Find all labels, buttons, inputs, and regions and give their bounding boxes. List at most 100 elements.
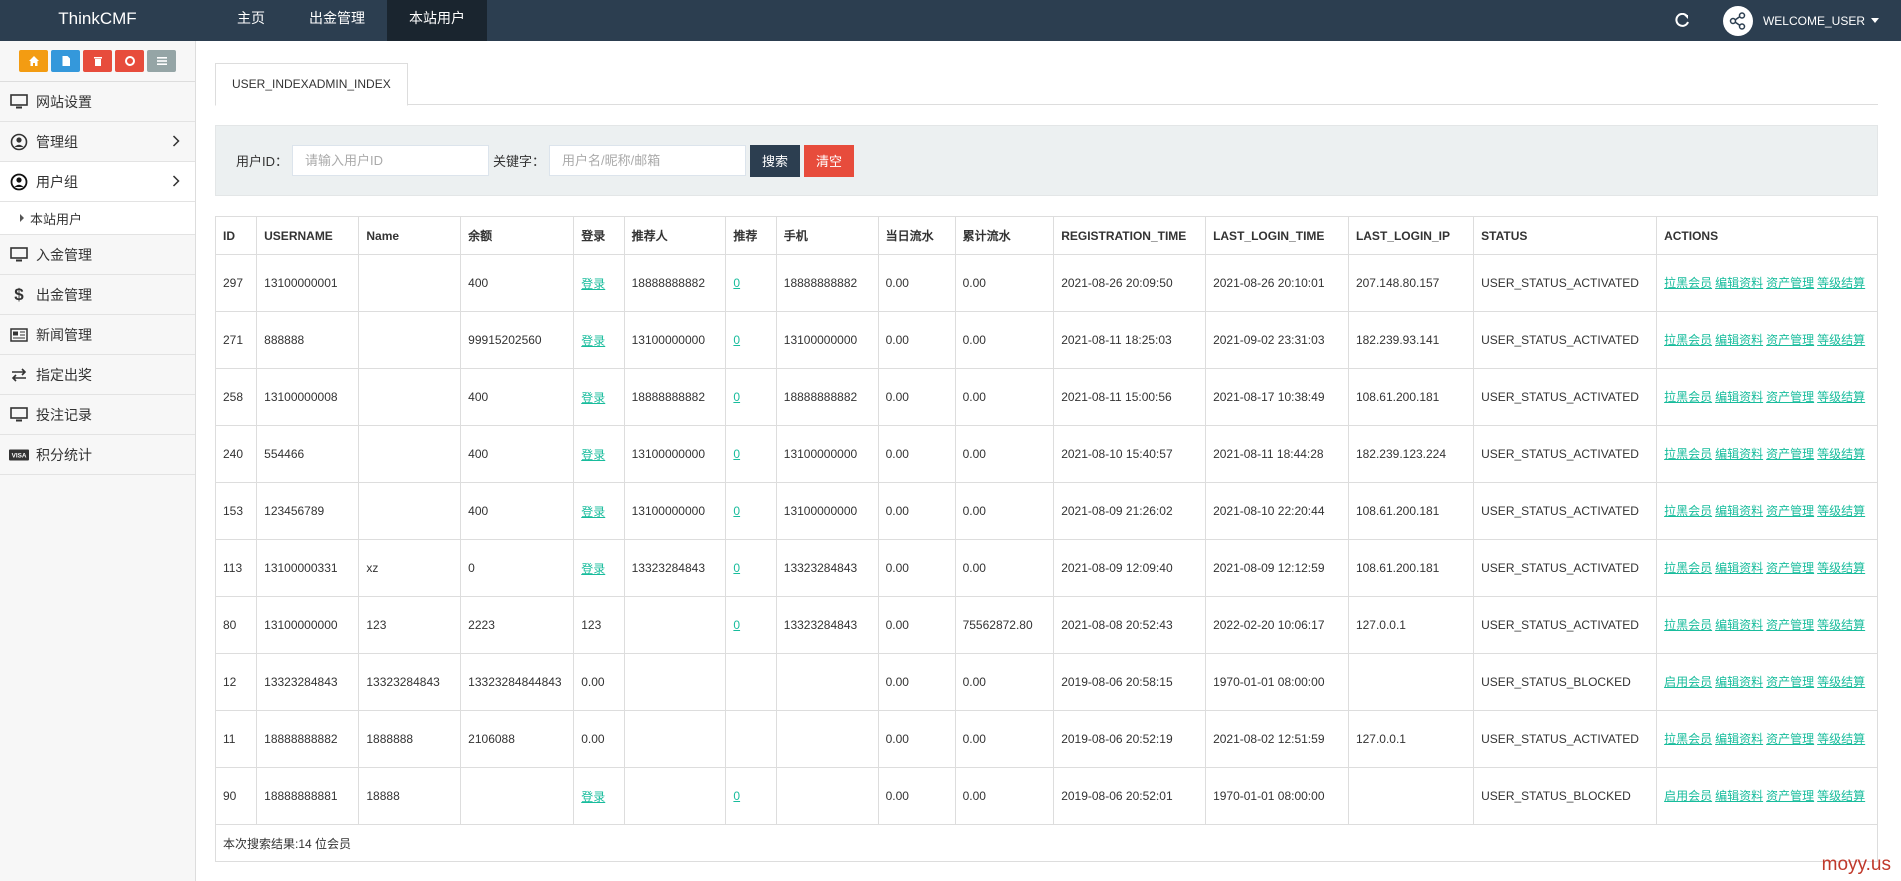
sidebar-item-user-group[interactable]: 用户组 bbox=[0, 162, 195, 202]
referral-count-link[interactable]: 0 bbox=[733, 447, 740, 461]
referral-count-link[interactable]: 0 bbox=[733, 789, 740, 803]
toggle-status-link[interactable]: 拉黑会员 bbox=[1664, 618, 1712, 632]
login-link[interactable]: 登录 bbox=[581, 334, 605, 348]
table-cell bbox=[358, 425, 462, 483]
table-cell: 13100000000 bbox=[775, 425, 879, 483]
table-cell: 2021-08-10 22:20:44 bbox=[1205, 482, 1349, 540]
keyword-label: 关键字： bbox=[493, 154, 546, 169]
file-shortcut-button[interactable] bbox=[51, 50, 80, 72]
referral-count-link[interactable]: 0 bbox=[733, 618, 740, 632]
table-cell: 400 bbox=[460, 254, 575, 312]
toggle-status-link[interactable]: 拉黑会员 bbox=[1664, 333, 1712, 347]
toggle-status-link[interactable]: 启用会员 bbox=[1664, 789, 1712, 803]
caret-down-icon[interactable] bbox=[1871, 18, 1879, 23]
refresh-icon[interactable] bbox=[1669, 8, 1695, 34]
top-tab-home[interactable]: 主页 bbox=[215, 0, 287, 41]
toggle-status-link[interactable]: 拉黑会员 bbox=[1664, 447, 1712, 461]
sidebar-item-admin-group[interactable]: 管理组 bbox=[0, 122, 195, 162]
toggle-status-link[interactable]: 启用会员 bbox=[1664, 675, 1712, 689]
edit-profile-link[interactable]: 编辑资料 bbox=[1715, 618, 1763, 632]
table-cell: 182.239.93.141 bbox=[1347, 311, 1475, 369]
edit-profile-link[interactable]: 编辑资料 bbox=[1715, 732, 1763, 746]
login-link[interactable]: 登录 bbox=[581, 505, 605, 519]
edit-profile-link[interactable]: 编辑资料 bbox=[1715, 561, 1763, 575]
table-cell: 0.00 bbox=[877, 425, 956, 483]
referral-count-link[interactable]: 0 bbox=[733, 390, 740, 404]
table-cell: 0.00 bbox=[877, 767, 956, 825]
login-link[interactable]: 登录 bbox=[581, 277, 605, 291]
edit-profile-link[interactable]: 编辑资料 bbox=[1715, 390, 1763, 404]
login-link[interactable]: 登录 bbox=[581, 790, 605, 804]
home-shortcut-button[interactable] bbox=[19, 50, 48, 72]
level-settle-link[interactable]: 等级结算 bbox=[1817, 504, 1865, 518]
edit-profile-link[interactable]: 编辑资料 bbox=[1715, 333, 1763, 347]
toggle-status-link[interactable]: 拉黑会员 bbox=[1664, 732, 1712, 746]
table-cell bbox=[623, 767, 727, 825]
referral-count-link[interactable]: 0 bbox=[733, 561, 740, 575]
login-link[interactable]: 登录 bbox=[581, 448, 605, 462]
sidebar-item-deposit[interactable]: 入金管理 bbox=[0, 235, 195, 275]
table-cell: 2021-08-10 15:40:57 bbox=[1053, 425, 1207, 483]
sidebar-item-points-stats[interactable]: VISA 积分统计 bbox=[0, 435, 195, 475]
asset-management-link[interactable]: 资产管理 bbox=[1766, 618, 1814, 632]
edit-profile-link[interactable]: 编辑资料 bbox=[1715, 276, 1763, 290]
search-button[interactable]: 搜索 bbox=[750, 144, 801, 177]
clear-button[interactable]: 清空 bbox=[804, 144, 855, 177]
level-settle-link[interactable]: 等级结算 bbox=[1817, 333, 1865, 347]
edit-profile-link[interactable]: 编辑资料 bbox=[1715, 789, 1763, 803]
toggle-status-link[interactable]: 拉黑会员 bbox=[1664, 390, 1712, 404]
level-settle-link[interactable]: 等级结算 bbox=[1817, 618, 1865, 632]
asset-management-link[interactable]: 资产管理 bbox=[1766, 789, 1814, 803]
sidebar-item-label: 新闻管理 bbox=[36, 326, 92, 343]
toggle-status-link[interactable]: 拉黑会员 bbox=[1664, 561, 1712, 575]
level-settle-link[interactable]: 等级结算 bbox=[1817, 390, 1865, 404]
asset-management-link[interactable]: 资产管理 bbox=[1766, 390, 1814, 404]
table-cell: 13323284844843 bbox=[460, 653, 575, 711]
asset-management-link[interactable]: 资产管理 bbox=[1766, 333, 1814, 347]
login-link[interactable]: 登录 bbox=[581, 391, 605, 405]
asset-management-link[interactable]: 资产管理 bbox=[1766, 732, 1814, 746]
sidebar-item-withdraw[interactable]: $ 出金管理 bbox=[0, 275, 195, 315]
sidebar-item-label: 用户组 bbox=[36, 173, 78, 190]
referral-count-link[interactable]: 0 bbox=[733, 504, 740, 518]
asset-management-link[interactable]: 资产管理 bbox=[1766, 276, 1814, 290]
sidebar-item-site-settings[interactable]: 网站设置 bbox=[0, 82, 195, 122]
sidebar-subitem-site-users[interactable]: 本站用户 bbox=[0, 202, 195, 235]
table-cell bbox=[460, 767, 575, 825]
keyword-input[interactable] bbox=[549, 145, 747, 176]
level-settle-link[interactable]: 等级结算 bbox=[1817, 789, 1865, 803]
level-settle-link[interactable]: 等级结算 bbox=[1817, 276, 1865, 290]
sidebar-item-news[interactable]: 新闻管理 bbox=[0, 315, 195, 355]
sidebar-item-assign-prize[interactable]: 指定出奖 bbox=[0, 355, 195, 395]
asset-management-link[interactable]: 资产管理 bbox=[1766, 675, 1814, 689]
recycle-shortcut-button[interactable] bbox=[115, 50, 144, 72]
welcome-user[interactable]: WELCOME_USER bbox=[1763, 14, 1865, 28]
asset-management-link[interactable]: 资产管理 bbox=[1766, 504, 1814, 518]
asset-management-link[interactable]: 资产管理 bbox=[1766, 447, 1814, 461]
level-settle-link[interactable]: 等级结算 bbox=[1817, 732, 1865, 746]
search-panel: 用户ID： 关键字： 搜索 清空 bbox=[215, 125, 1878, 196]
edit-profile-link[interactable]: 编辑资料 bbox=[1715, 504, 1763, 518]
user-id-input[interactable] bbox=[292, 145, 490, 176]
referral-count-link[interactable]: 0 bbox=[733, 276, 740, 290]
edit-profile-link[interactable]: 编辑资料 bbox=[1715, 675, 1763, 689]
avatar[interactable] bbox=[1722, 5, 1753, 36]
level-settle-link[interactable]: 等级结算 bbox=[1817, 675, 1865, 689]
trash-shortcut-button[interactable] bbox=[83, 50, 112, 72]
sidebar-item-bet-records[interactable]: 投注记录 bbox=[0, 395, 195, 435]
top-tab-site-users[interactable]: 本站用户 bbox=[387, 0, 487, 41]
referral-count-link[interactable]: 0 bbox=[733, 333, 740, 347]
login-link[interactable]: 登录 bbox=[581, 562, 605, 576]
level-settle-link[interactable]: 等级结算 bbox=[1817, 447, 1865, 461]
edit-profile-link[interactable]: 编辑资料 bbox=[1715, 447, 1763, 461]
list-shortcut-button[interactable] bbox=[147, 50, 176, 72]
table-cell: 登录 bbox=[573, 482, 625, 540]
level-settle-link[interactable]: 等级结算 bbox=[1817, 561, 1865, 575]
tab-user-index[interactable]: USER_INDEXADMIN_INDEX bbox=[215, 63, 408, 106]
asset-management-link[interactable]: 资产管理 bbox=[1766, 561, 1814, 575]
toggle-status-link[interactable]: 拉黑会员 bbox=[1664, 504, 1712, 518]
table-cell: 登录 bbox=[573, 368, 625, 426]
toggle-status-link[interactable]: 拉黑会员 bbox=[1664, 276, 1712, 290]
top-tab-withdraw[interactable]: 出金管理 bbox=[287, 0, 387, 41]
brand-logo[interactable]: ThinkCMF bbox=[0, 0, 195, 41]
